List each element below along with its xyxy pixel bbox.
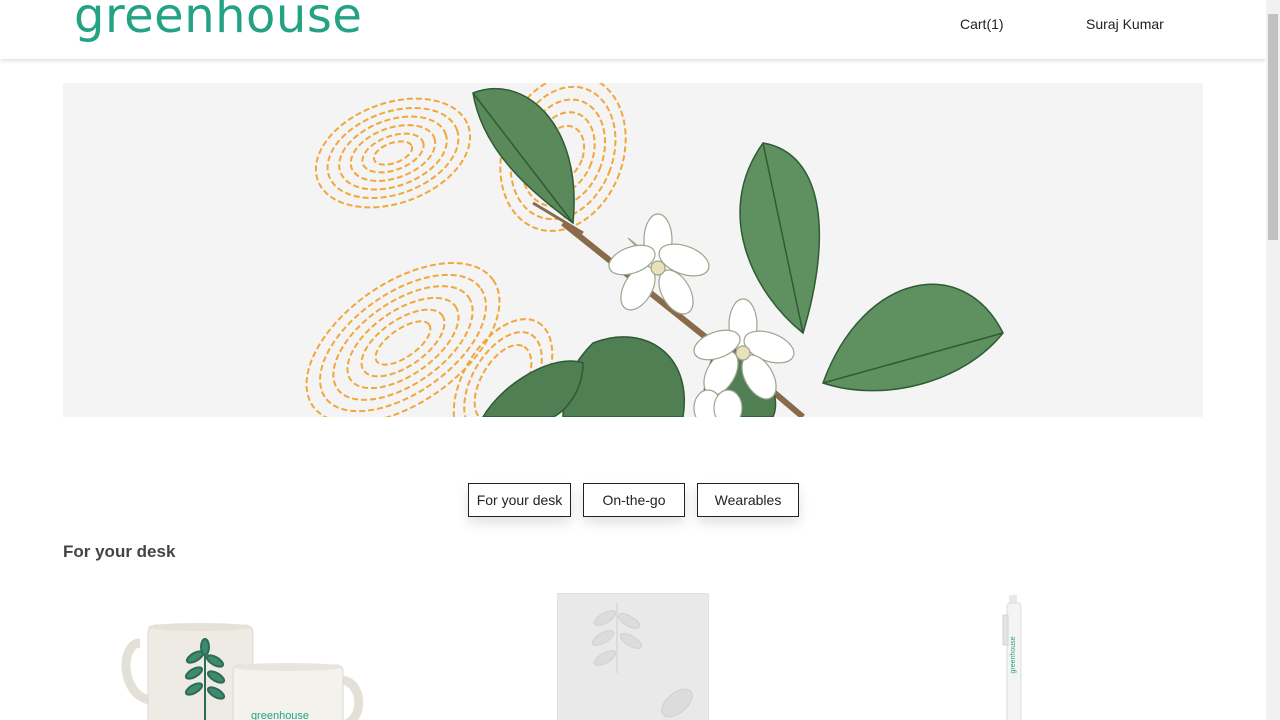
greenhouse-logo[interactable]: greenhouse	[74, 0, 362, 44]
tab-on-the-go[interactable]: On-the-go	[583, 483, 685, 517]
product-card-notebook[interactable]	[556, 592, 710, 720]
page: greenhouse Cart(1) Suraj Kumar For your …	[0, 0, 1280, 720]
tab-wearables[interactable]: Wearables	[697, 483, 799, 517]
scrollbar-thumb[interactable]	[1268, 14, 1278, 240]
cart-link[interactable]: Cart(1)	[960, 16, 1004, 32]
tab-for-your-desk[interactable]: For your desk	[468, 483, 571, 517]
mug-brand-text: greenhouse	[251, 710, 309, 720]
notebook-image	[556, 592, 710, 720]
section-title: For your desk	[63, 542, 176, 561]
mugs-image: greenhouse	[121, 623, 364, 720]
hero-illustration	[305, 83, 1004, 417]
pen-brand-text: greenhouse	[1010, 636, 1017, 673]
pen-image: greenhouse	[1002, 595, 1022, 720]
site-header: greenhouse Cart(1) Suraj Kumar	[0, 0, 1266, 59]
hero-banner	[63, 83, 1203, 417]
category-tabs: For your desk On-the-go Wearables	[468, 483, 799, 517]
page-scrollbar[interactable]	[1266, 0, 1280, 720]
product-card-pen[interactable]: greenhouse	[995, 595, 1035, 720]
product-card-mugs[interactable]: greenhouse	[120, 615, 370, 720]
user-menu-link[interactable]: Suraj Kumar	[1086, 16, 1164, 32]
